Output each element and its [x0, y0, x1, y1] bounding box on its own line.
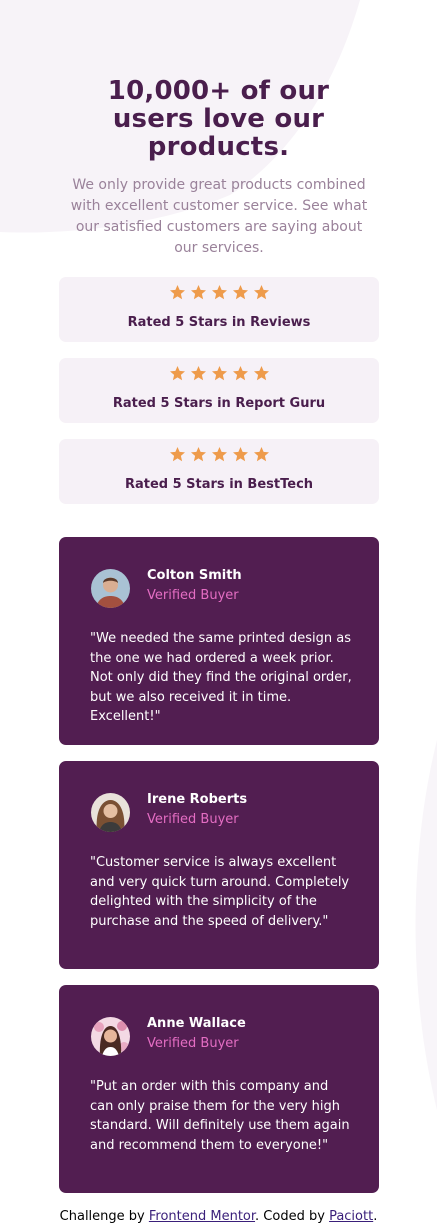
star-icon: [190, 447, 206, 462]
footer-text: .: [373, 1209, 378, 1224]
testimonial-quote: "We needed the same printed design as th…: [90, 631, 352, 724]
star-rating: [59, 365, 379, 383]
rating-box-besttech: Rated 5 Stars in BestTech: [59, 439, 379, 504]
star-icon: [169, 447, 185, 462]
star-icon: [253, 285, 269, 300]
star-rating: [59, 284, 379, 302]
testimonial-card-irene: Irene Roberts Verified Buyer "Customer s…: [59, 761, 379, 969]
attribution-footer: Challenge by Frontend Mentor. Coded by P…: [0, 1208, 437, 1226]
testimonial-card-colton: Colton Smith Verified Buyer "We needed t…: [59, 537, 379, 745]
star-icon: [211, 447, 227, 462]
star-icon: [190, 285, 206, 300]
title-line: 10,000+ of our: [107, 76, 330, 107]
star-icon: [169, 285, 185, 300]
author-link[interactable]: Paciott: [329, 1209, 373, 1224]
rating-label: Rated 5 Stars in Report Guru: [112, 396, 326, 411]
avatar: [91, 569, 130, 608]
verified-buyer-label: Verified Buyer: [147, 812, 239, 827]
star-icon: [190, 366, 206, 381]
rating-label: Rated 5 Stars in BestTech: [124, 477, 314, 492]
rating-box-report-guru: Rated 5 Stars in Report Guru: [59, 358, 379, 423]
star-icon: [253, 447, 269, 462]
avatar: [91, 1017, 130, 1056]
verified-buyer-label: Verified Buyer: [147, 1036, 239, 1051]
star-icon: [232, 366, 248, 381]
rating-label: Rated 5 Stars in Reviews: [127, 315, 311, 330]
testimonial-quote: "Put an order with this company and can …: [90, 1079, 350, 1153]
star-icon: [232, 285, 248, 300]
star-rating: [59, 446, 379, 464]
reviewer-name: Irene Roberts: [147, 792, 248, 807]
page-title: 10,000+ of our users love our products.: [0, 77, 437, 161]
testimonial-card-anne: Anne Wallace Verified Buyer "Put an orde…: [59, 985, 379, 1193]
intro-description: We only provide great products combined …: [70, 177, 368, 256]
star-icon: [253, 366, 269, 381]
footer-text: . Coded by: [255, 1209, 330, 1224]
reviewer-name: Colton Smith: [147, 568, 242, 583]
star-icon: [169, 366, 185, 381]
title-line: products.: [147, 132, 290, 163]
footer-text: Challenge by: [59, 1209, 149, 1224]
rating-box-reviews: Rated 5 Stars in Reviews: [59, 277, 379, 342]
testimonial-quote: "Customer service is always excellent an…: [90, 855, 350, 929]
verified-buyer-label: Verified Buyer: [147, 588, 239, 603]
frontend-mentor-link[interactable]: Frontend Mentor: [149, 1209, 255, 1224]
star-icon: [211, 366, 227, 381]
star-icon: [211, 285, 227, 300]
title-line: users love our: [112, 104, 325, 135]
avatar: [91, 793, 130, 832]
reviewer-name: Anne Wallace: [147, 1016, 246, 1031]
star-icon: [232, 447, 248, 462]
